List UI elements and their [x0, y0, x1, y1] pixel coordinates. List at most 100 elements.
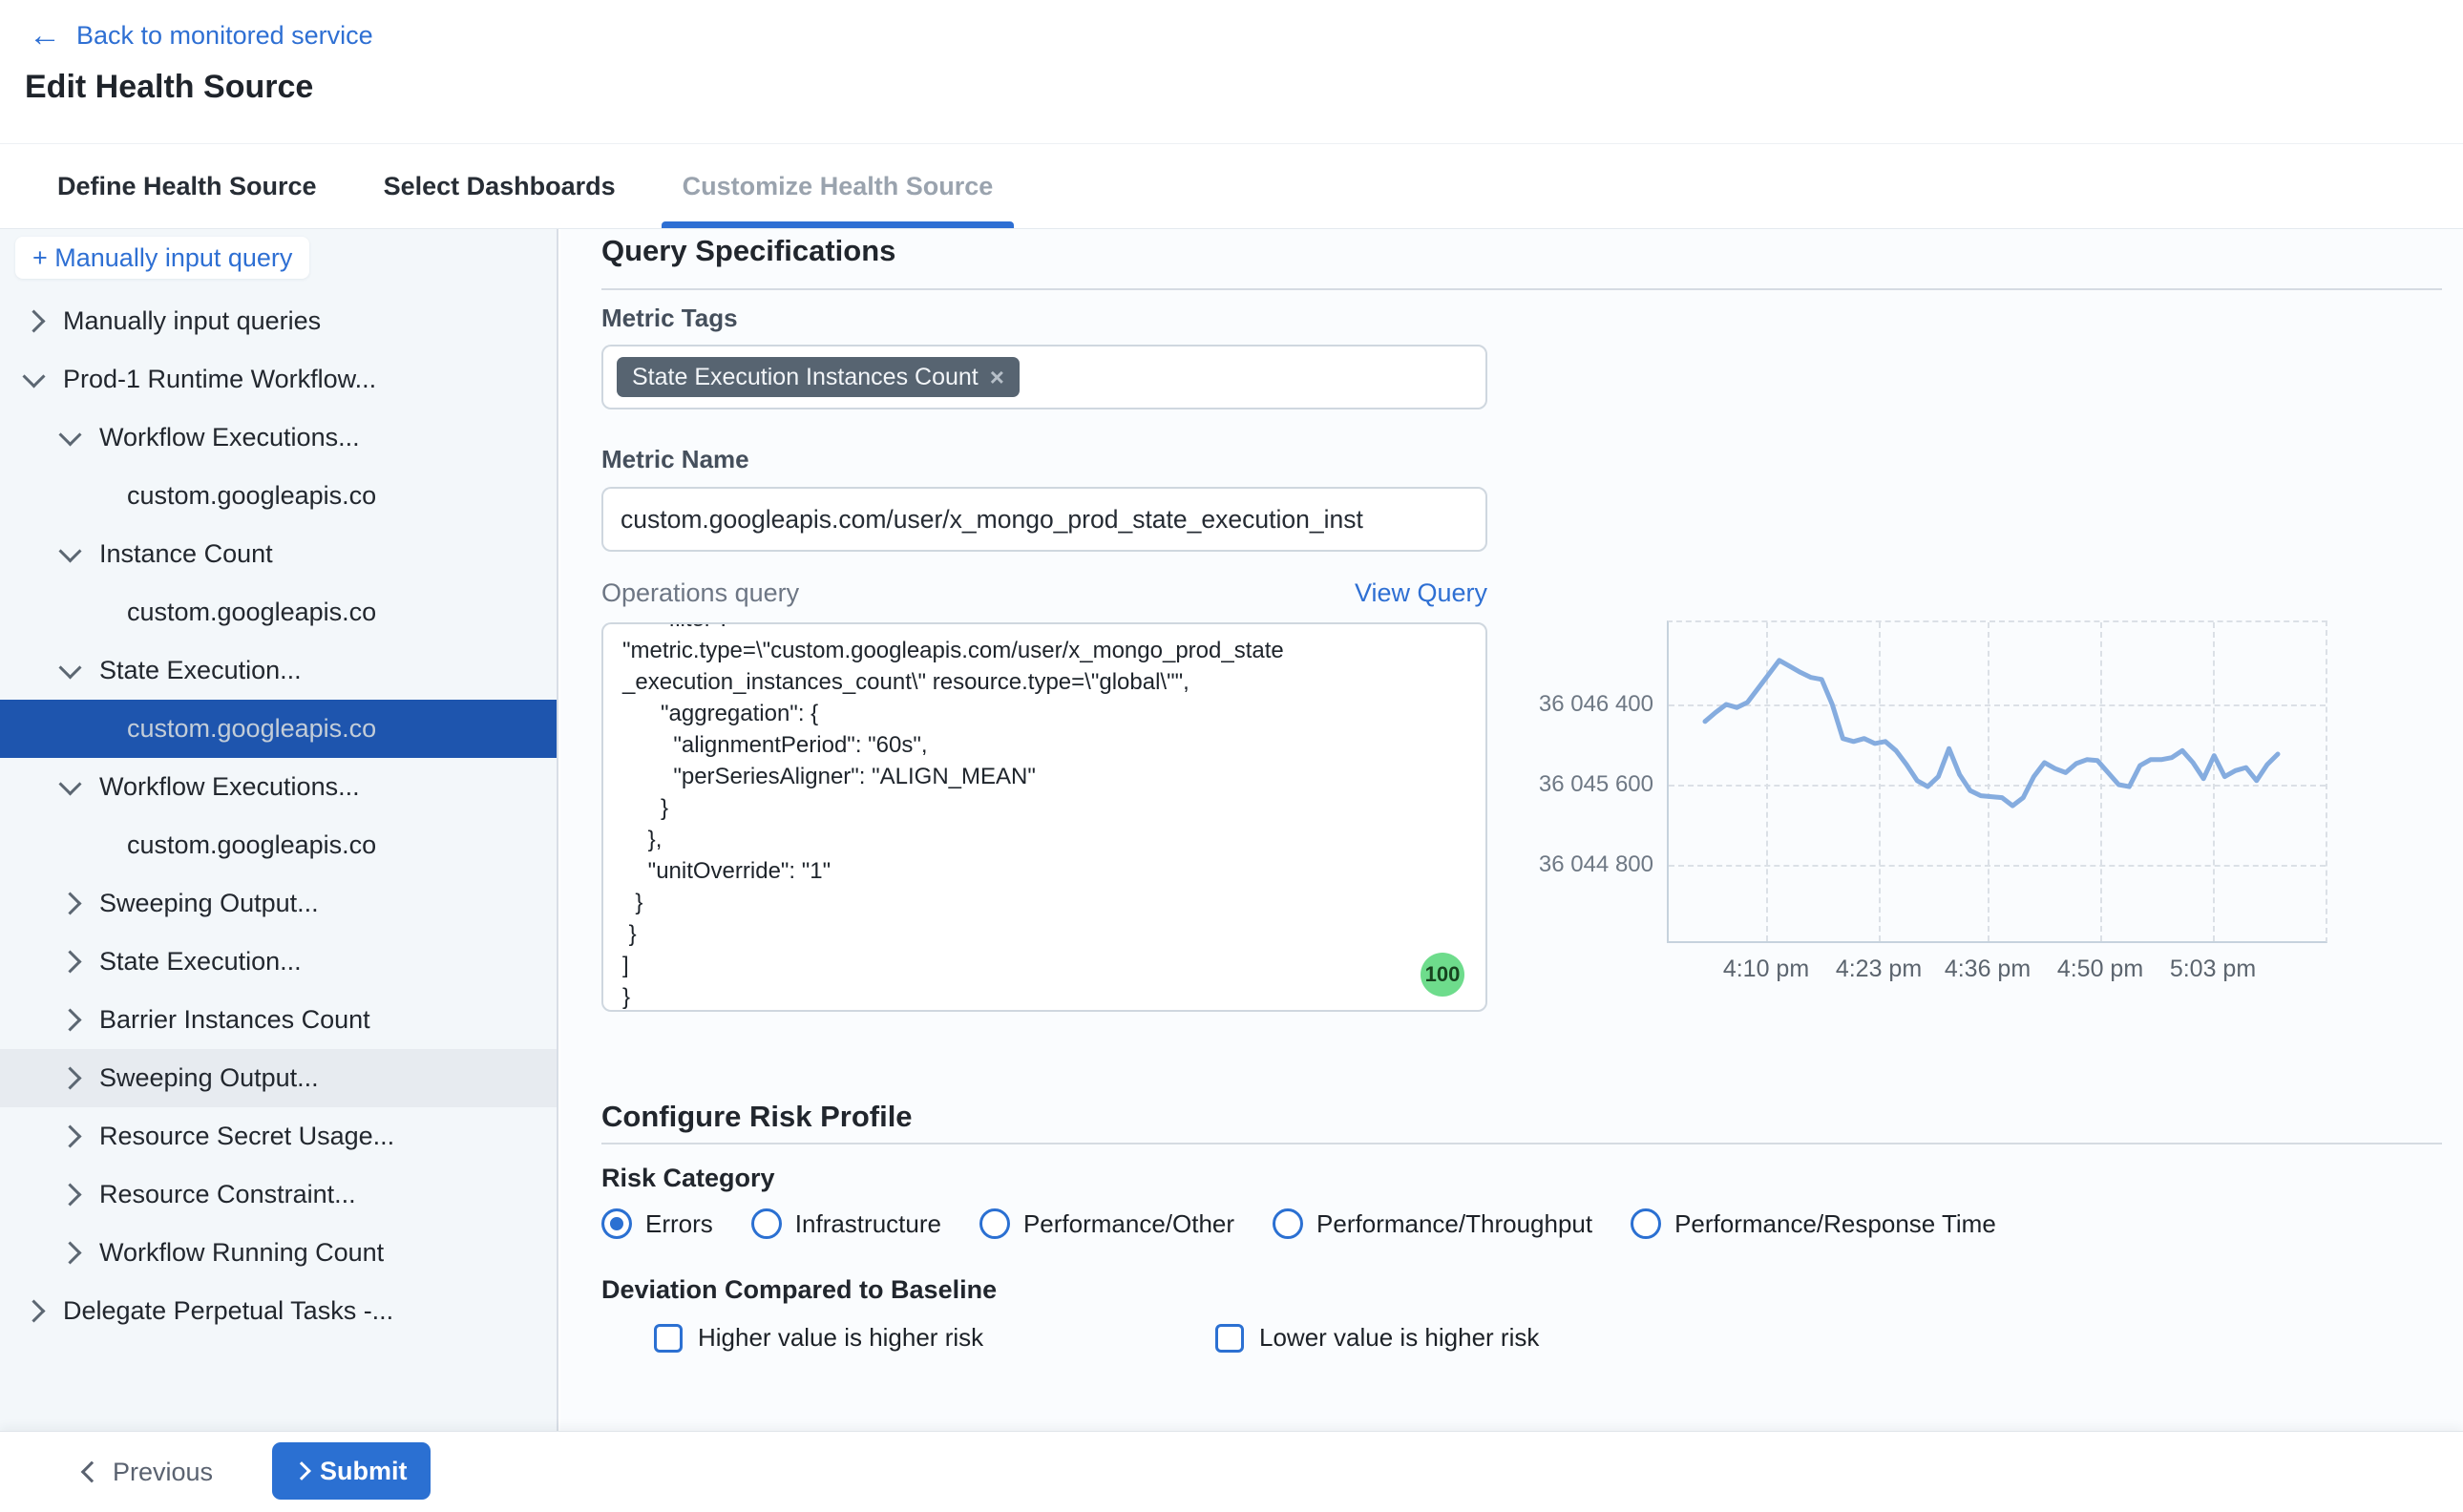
tree-item[interactable]: Delegate Perpetual Tasks -...: [0, 1282, 557, 1340]
tree-item-label: Sweeping Output...: [99, 889, 319, 918]
query-code-line: }: [622, 981, 1466, 1012]
query-code-line: "alignmentPeriod": "60s",: [622, 729, 1466, 761]
metric-tree: Manually input queries Prod-1 Runtime Wor…: [0, 292, 557, 1340]
radio-icon[interactable]: [1273, 1208, 1303, 1239]
risk-option-errors[interactable]: Errors: [601, 1208, 713, 1239]
checkbox-icon[interactable]: [654, 1324, 683, 1353]
risk-option-infrastructure[interactable]: Infrastructure: [751, 1208, 941, 1239]
tree-item[interactable]: Resource Constraint...: [0, 1166, 557, 1224]
query-code-line: "metric.type=\"custom.googleapis.com/use…: [622, 635, 1466, 666]
back-arrow-icon: ←: [29, 19, 61, 52]
query-code-line: }: [622, 887, 1466, 918]
metric-tags-input[interactable]: State Execution Instances Count ×: [601, 345, 1487, 410]
chip-close-icon[interactable]: ×: [990, 365, 1004, 389]
risk-option-label: Performance/Response Time: [1674, 1209, 1996, 1239]
tree-item-label: Workflow Running Count: [99, 1238, 384, 1268]
tab-select-dashboards[interactable]: Select Dashboards: [374, 144, 625, 228]
chevron-right-icon[interactable]: [58, 1066, 81, 1089]
tree-item[interactable]: Instance Count: [0, 525, 557, 583]
chevron-right-icon[interactable]: [58, 1183, 81, 1206]
tree-item-label: Resource Secret Usage...: [99, 1122, 394, 1151]
metric-tags-label: Metric Tags: [601, 304, 738, 333]
submit-button[interactable]: Submit: [272, 1442, 431, 1500]
risk-option-performance-other[interactable]: Performance/Other: [979, 1208, 1234, 1239]
submit-button-label: Submit: [320, 1457, 408, 1486]
y-axis-tick-label: 36 044 800: [1463, 851, 1653, 878]
tree-item[interactable]: Sweeping Output...: [0, 874, 557, 933]
view-query-link[interactable]: View Query: [601, 578, 1487, 608]
chevron-right-icon[interactable]: [22, 309, 45, 332]
chevron-down-icon[interactable]: [58, 656, 81, 679]
query-code-line: "unitOverride": "1": [622, 855, 1466, 887]
tree-item[interactable]: Prod-1 Runtime Workflow...: [0, 350, 557, 409]
deviation-option-label: Higher value is higher risk: [698, 1323, 983, 1353]
tree-item[interactable]: custom.googleapis.co: [0, 467, 557, 525]
tree-item-label: Resource Constraint...: [99, 1180, 356, 1209]
metric-name-field[interactable]: [601, 487, 1487, 552]
tree-item[interactable]: custom.googleapis.co: [0, 700, 557, 758]
risk-option-performance-throughput[interactable]: Performance/Throughput: [1273, 1208, 1592, 1239]
query-record-count-badge: 100: [1421, 953, 1464, 997]
chevron-down-icon[interactable]: [58, 423, 81, 446]
y-axis-tick-label: 36 045 600: [1463, 771, 1653, 798]
add-query-button[interactable]: + Manually input query: [15, 237, 309, 279]
chevron-right-icon[interactable]: [58, 950, 81, 973]
query-code-line: "aggregation": {: [622, 698, 1466, 729]
page-title: Edit Health Source: [25, 69, 313, 106]
chevron-right-icon[interactable]: [58, 1124, 81, 1147]
tab-customize-health-source[interactable]: Customize Health Source: [673, 144, 1003, 228]
query-code-line: "filter":: [622, 622, 1466, 635]
deviation-option-lower-value-is-higher-risk[interactable]: Lower value is higher risk: [1215, 1323, 1539, 1353]
tree-item-label: Prod-1 Runtime Workflow...: [63, 365, 376, 394]
query-code-line: ]: [622, 950, 1466, 981]
tree-item[interactable]: custom.googleapis.co: [0, 583, 557, 641]
tree-item[interactable]: Workflow Executions...: [0, 409, 557, 467]
radio-icon[interactable]: [751, 1208, 782, 1239]
tree-item-label: Delegate Perpetual Tasks -...: [63, 1296, 393, 1326]
tree-item[interactable]: Workflow Running Count: [0, 1224, 557, 1282]
metric-tag-chip[interactable]: State Execution Instances Count ×: [617, 357, 1020, 397]
metric-tag-chip-label: State Execution Instances Count: [632, 364, 979, 391]
radio-icon[interactable]: [979, 1208, 1010, 1239]
query-code: "filter":"metric.type=\"custom.googleapi…: [622, 622, 1466, 1012]
tree-item[interactable]: State Execution...: [0, 641, 557, 700]
chevron-right-icon[interactable]: [58, 1008, 81, 1031]
tab-define-health-source[interactable]: Define Health Source: [48, 144, 326, 228]
page-header: ← Back to monitored service Edit Health …: [0, 0, 2463, 143]
deviation-option-higher-value-is-higher-risk[interactable]: Higher value is higher risk: [654, 1323, 983, 1353]
risk-option-label: Performance/Other: [1023, 1209, 1234, 1239]
y-axis-tick-label: 36 046 400: [1463, 691, 1653, 718]
footer-bar: Previous Submit: [0, 1431, 2463, 1512]
x-axis-tick-label: 4:10 pm: [1723, 956, 1809, 983]
x-axis-tick-label: 4:50 pm: [2057, 956, 2143, 983]
radio-selected-icon[interactable]: [601, 1208, 632, 1239]
chevron-right-icon: [292, 1461, 311, 1480]
tree-item[interactable]: State Execution...: [0, 933, 557, 991]
risk-option-label: Infrastructure: [795, 1209, 941, 1239]
tree-item[interactable]: Workflow Executions...: [0, 758, 557, 816]
tree-item[interactable]: Manually input queries: [0, 292, 557, 350]
tree-item-label: Workflow Executions...: [99, 772, 360, 802]
chevron-right-icon[interactable]: [58, 892, 81, 914]
radio-icon[interactable]: [1631, 1208, 1661, 1239]
chevron-right-icon[interactable]: [58, 1241, 81, 1264]
tree-item[interactable]: Barrier Instances Count: [0, 991, 557, 1049]
chevron-right-icon[interactable]: [22, 1299, 45, 1322]
tree-item[interactable]: custom.googleapis.co: [0, 816, 557, 874]
checkbox-icon[interactable]: [1215, 1324, 1244, 1353]
tree-item[interactable]: Resource Secret Usage...: [0, 1107, 557, 1166]
metric-name-label: Metric Name: [601, 445, 749, 474]
chevron-down-icon[interactable]: [58, 772, 81, 795]
body-panes: + Manually input query Manually input qu…: [0, 229, 2463, 1432]
previous-button[interactable]: Previous: [84, 1432, 213, 1512]
tree-item[interactable]: Sweeping Output...: [0, 1049, 557, 1107]
operations-query-editor[interactable]: "filter":"metric.type=\"custom.googleapi…: [601, 622, 1487, 1012]
back-link[interactable]: ← Back to monitored service: [29, 19, 373, 52]
chevron-down-icon[interactable]: [58, 539, 81, 562]
section-divider: [601, 288, 2442, 290]
chevron-down-icon[interactable]: [22, 365, 45, 388]
main-content: Query Specifications Metric Tags State E…: [560, 229, 2463, 1432]
query-code-line: }: [622, 792, 1466, 824]
x-axis-tick-label: 5:03 pm: [2170, 956, 2256, 983]
risk-option-performance-response-time[interactable]: Performance/Response Time: [1631, 1208, 1996, 1239]
